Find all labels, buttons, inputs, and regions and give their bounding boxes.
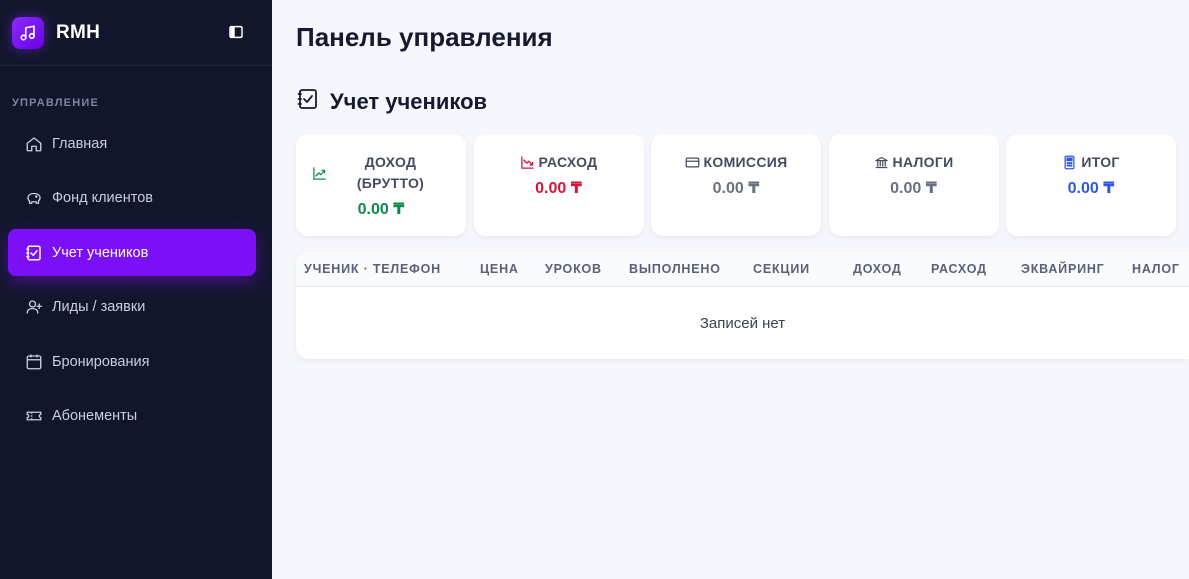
sidebar-item-student-accounting[interactable]: Учет учеников: [8, 229, 256, 276]
column-header[interactable]: ВЫПОЛНЕНО: [629, 262, 721, 276]
card-income: ДОХОД (БРУТТО) 0.00 ₸: [296, 134, 466, 236]
section-title: Учет учеников: [330, 88, 488, 114]
sidebar-item-leads[interactable]: Лиды / заявки: [8, 284, 256, 331]
sidebar-item-client-fund[interactable]: Фонд клиентов: [8, 175, 256, 222]
page-title: Панель управления: [296, 22, 553, 52]
sidebar-nav: Главная Фонд клиентов Учет учеников Лиды…: [8, 120, 256, 447]
credit-card-icon: [685, 155, 700, 170]
card-label: ДОХОД (БРУТТО): [356, 154, 425, 191]
card-label: НАЛОГИ: [892, 154, 954, 170]
calculator-icon: [1062, 155, 1077, 170]
piggy-bank-icon: [24, 188, 44, 208]
card-value: 0.00 ₸: [712, 180, 760, 197]
brand-name: RMH: [56, 21, 101, 43]
card-label: ИТОГ: [1081, 154, 1120, 170]
students-table: УЧЕНИК · ТЕЛЕФОН ЦЕНА УРОКОВ ВЫПОЛНЕНО С…: [296, 252, 1189, 359]
sidebar-item-subscriptions[interactable]: Абонементы: [8, 393, 256, 440]
section-header: Учет учеников: [296, 87, 487, 116]
sidebar-item-bookings[interactable]: Бронирования: [8, 338, 256, 385]
brand: RMH: [0, 0, 272, 66]
sidebar-item-label: Главная: [52, 135, 108, 152]
card-total: ИТОГ 0.00 ₸: [1006, 134, 1176, 236]
column-header[interactable]: ЦЕНА: [480, 262, 519, 276]
bank-icon: [874, 155, 889, 170]
column-header[interactable]: РАСХОД: [931, 262, 987, 276]
card-label: РАСХОД: [538, 154, 598, 170]
calendar-icon: [24, 352, 44, 372]
column-header[interactable]: СЕКЦИИ: [753, 262, 810, 276]
music-note-icon: [12, 16, 44, 49]
sidebar-item-home[interactable]: Главная: [8, 120, 256, 167]
main-content: Панель управления Учет учеников ДОХОД (Б…: [272, 0, 1189, 579]
table-header: УЧЕНИК · ТЕЛЕФОН ЦЕНА УРОКОВ ВЫПОЛНЕНО С…: [296, 252, 1189, 287]
card-label: КОМИССИЯ: [703, 154, 788, 170]
home-icon: [24, 134, 44, 154]
checklist-icon: [296, 87, 320, 116]
sidebar-item-label: Фонд клиентов: [52, 190, 153, 206]
card-value: 0.00 ₸: [890, 180, 937, 197]
sidebar: RMH УПРАВЛЕНИЕ Главная Фонд клиентов Уче…: [0, 0, 272, 579]
ticket-icon: [24, 406, 44, 426]
sidebar-item-label: Абонементы: [52, 408, 138, 424]
table-empty-message: Записей нет: [699, 315, 786, 332]
card-value: 0.00 ₸: [1067, 180, 1115, 197]
card-value: 0.00 ₸: [535, 180, 582, 197]
sidebar-item-label: Лиды / заявки: [52, 299, 146, 315]
card-value: 0.00 ₸: [357, 201, 405, 218]
user-plus-icon: [24, 297, 44, 317]
sidebar-collapse-icon[interactable]: [228, 24, 244, 40]
column-header[interactable]: УРОКОВ: [545, 262, 602, 276]
sidebar-section-label: УПРАВЛЕНИЕ: [12, 97, 99, 109]
column-header[interactable]: НАЛОГ: [1132, 262, 1180, 276]
card-expense: РАСХОД 0.00 ₸: [473, 134, 644, 236]
column-header[interactable]: ДОХОД: [853, 262, 902, 276]
checklist-icon: [24, 243, 44, 263]
card-commission: КОМИССИЯ 0.00 ₸: [651, 134, 821, 236]
sidebar-item-label: Бронирования: [52, 353, 150, 370]
column-header[interactable]: УЧЕНИК · ТЕЛЕФОН: [304, 262, 441, 276]
card-taxes: НАЛОГИ 0.00 ₸: [828, 134, 999, 236]
column-header[interactable]: ЭКВАЙРИНГ: [1021, 262, 1105, 276]
trend-up-icon: [312, 166, 327, 181]
trend-down-icon: [520, 155, 535, 170]
summary-cards: ДОХОД (БРУТТО) 0.00 ₸ РАСХОД 0.00 ₸ КОМИ…: [296, 134, 1184, 236]
sidebar-item-label: Учет учеников: [52, 244, 149, 261]
